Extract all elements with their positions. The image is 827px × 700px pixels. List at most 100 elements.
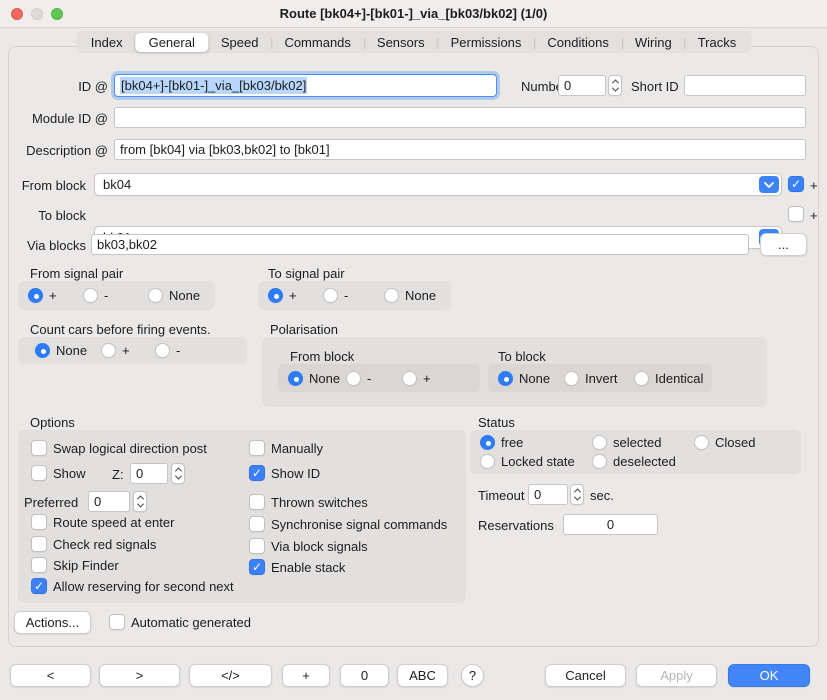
from-signal-pair-none[interactable]: None [148,288,200,303]
radio-icon[interactable] [694,435,709,450]
option-check-red-signals[interactable]: ✓ Check red signals [31,536,156,552]
checkbox-icon[interactable]: ✓ [249,516,265,532]
checkbox-icon[interactable]: ✓ [31,536,47,552]
option-thrown-switches[interactable]: ✓ Thrown switches [249,494,368,510]
radio-icon[interactable] [288,371,303,386]
radio-icon[interactable] [480,454,495,469]
z-input[interactable] [130,463,168,484]
checkbox-icon[interactable]: ✓ [109,614,125,630]
to-signal-pair-plus[interactable]: + [268,288,297,303]
status-closed[interactable]: Closed [694,435,755,450]
tab-general[interactable]: General [136,33,208,52]
polarisation-to-identical[interactable]: Identical [634,371,703,386]
xml-button[interactable]: </> [189,664,272,687]
from-block-plus-checkbox[interactable]: ✓ [788,176,804,192]
short-id-input[interactable] [684,75,806,96]
radio-icon[interactable] [323,288,338,303]
polarisation-to-none[interactable]: None [498,371,550,386]
count-cars-plus[interactable]: + [101,343,130,358]
z-stepper[interactable] [171,463,185,484]
option-synchronise-signal-commands[interactable]: ✓ Synchronise signal commands [249,516,447,532]
module-id-input[interactable] [114,107,806,128]
radio-icon[interactable] [634,371,649,386]
option-route-speed-at-enter[interactable]: ✓ Route speed at enter [31,514,174,530]
status-locked-state[interactable]: Locked state [480,454,575,469]
radio-icon[interactable] [268,288,283,303]
checkbox-icon[interactable]: ✓ [249,538,265,554]
radio-icon[interactable] [384,288,399,303]
tab-permissions[interactable]: Permissions [438,33,535,52]
option-skip-finder[interactable]: ✓ Skip Finder [31,557,119,573]
from-signal-pair-minus[interactable]: - [83,288,108,303]
status-selected[interactable]: selected [592,435,661,450]
abc-button[interactable]: ABC [397,664,448,687]
apply-button[interactable]: Apply [636,664,717,687]
option-via-block-signals[interactable]: ✓ Via block signals [249,538,368,554]
checkbox-icon[interactable]: ✓ [249,440,265,456]
polarisation-to-invert[interactable]: Invert [564,371,618,386]
help-button[interactable]: ? [461,664,484,687]
radio-icon[interactable] [346,371,361,386]
checkbox-icon[interactable]: ✓ [31,514,47,530]
option-show[interactable]: ✓ Show [31,465,86,481]
radio-icon[interactable] [564,371,579,386]
checkbox-icon[interactable]: ✓ [31,465,47,481]
radio-icon[interactable] [28,288,43,303]
tab-conditions[interactable]: Conditions [534,33,621,52]
tab-sensors[interactable]: Sensors [364,33,438,52]
via-blocks-browse-button[interactable]: ... [760,233,807,256]
radio-icon[interactable] [101,343,116,358]
radio-icon[interactable] [148,288,163,303]
checkbox-icon[interactable]: ✓ [249,494,265,510]
tab-index[interactable]: Index [78,33,136,52]
preferred-input[interactable] [88,491,130,512]
timeout-stepper[interactable] [570,484,584,505]
option-automatic-generated[interactable]: ✓ Automatic generated [109,614,251,630]
add-button[interactable]: + [282,664,330,687]
radio-icon[interactable] [480,435,495,450]
checkbox-icon[interactable]: ✓ [31,440,47,456]
status-free[interactable]: free [480,435,523,450]
radio-icon[interactable] [592,454,607,469]
id-input[interactable]: [bk04+]-[bk01-]_via_[bk03/bk02] [114,74,497,97]
tab-tracks[interactable]: Tracks [685,33,750,52]
tab-wiring[interactable]: Wiring [622,33,685,52]
prev-button[interactable]: < [10,664,91,687]
polarisation-from-plus[interactable]: + [402,371,431,386]
option-manually[interactable]: ✓ Manually [249,440,323,456]
to-signal-pair-none[interactable]: None [384,288,436,303]
tab-speed[interactable]: Speed [208,33,272,52]
checkbox-icon[interactable]: ✓ [249,465,265,481]
radio-icon[interactable] [402,371,417,386]
count-cars-minus[interactable]: - [155,343,180,358]
radio-icon[interactable] [155,343,170,358]
number-input[interactable] [558,75,606,96]
to-signal-pair-minus[interactable]: - [323,288,348,303]
count-cars-none[interactable]: None [35,343,87,358]
radio-icon[interactable] [83,288,98,303]
from-signal-pair-plus[interactable]: + [28,288,57,303]
to-block-plus-checkbox[interactable]: ✓ [788,206,804,222]
via-blocks-input[interactable] [91,234,749,255]
preferred-stepper[interactable] [133,491,147,512]
number-stepper[interactable] [608,75,622,96]
checkbox-icon[interactable]: ✓ [31,578,47,594]
timeout-input[interactable] [528,484,568,505]
actions-button[interactable]: Actions... [14,611,91,634]
radio-icon[interactable] [592,435,607,450]
ok-button[interactable]: OK [728,664,810,687]
polarisation-from-none[interactable]: None [288,371,340,386]
next-button[interactable]: > [99,664,180,687]
tab-commands[interactable]: Commands [271,33,363,52]
checkbox-icon[interactable]: ✓ [31,557,47,573]
zero-button[interactable]: 0 [340,664,389,687]
option-show-id[interactable]: ✓ Show ID [249,465,320,481]
reservations-input[interactable] [563,514,658,535]
chevron-down-icon[interactable] [759,176,779,193]
description-input[interactable] [114,139,806,160]
radio-icon[interactable] [35,343,50,358]
option-swap-logical-direction[interactable]: ✓ Swap logical direction post [31,440,207,456]
cancel-button[interactable]: Cancel [545,664,626,687]
from-block-combobox[interactable]: bk04 [94,173,782,196]
polarisation-from-minus[interactable]: - [346,371,371,386]
